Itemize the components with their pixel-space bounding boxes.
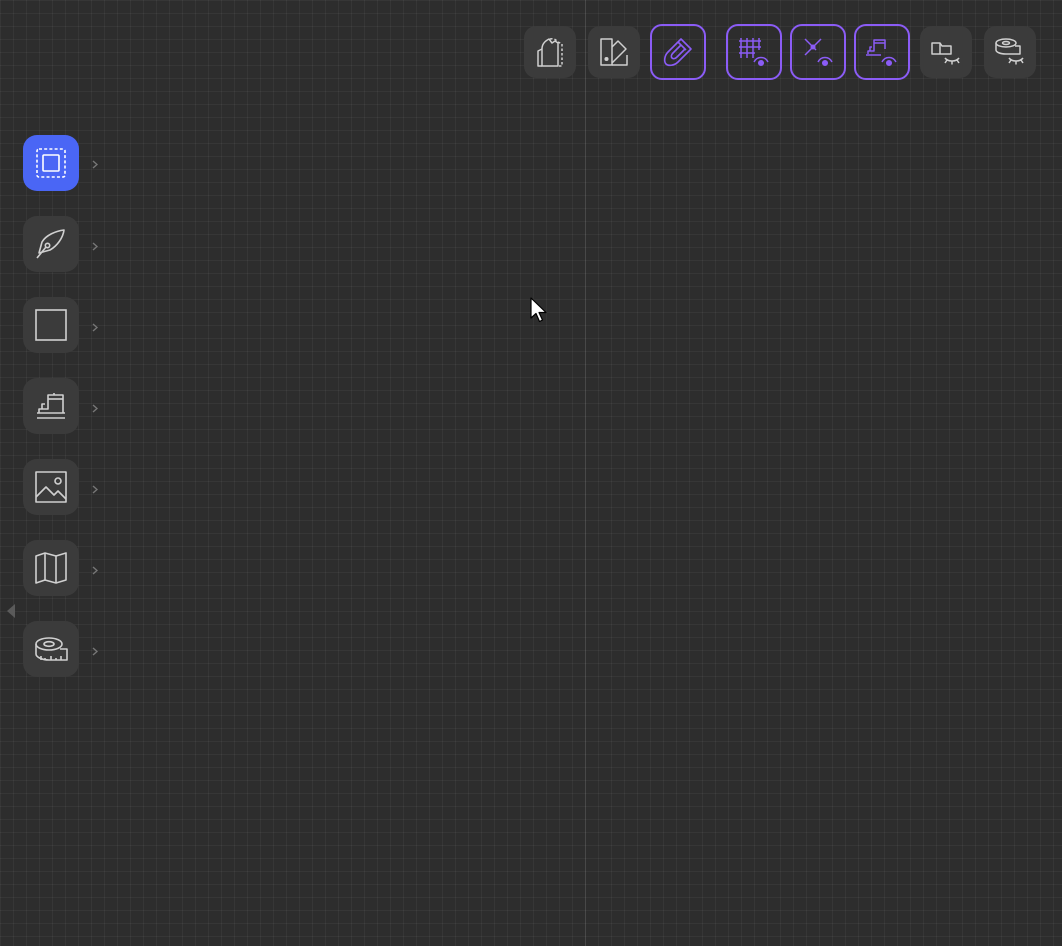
pattern-pieces-button[interactable] (524, 26, 576, 78)
map-tool-chevron-icon[interactable] (90, 564, 100, 576)
sewing-tool-chevron-icon[interactable] (90, 402, 100, 414)
dashed-selection-icon (36, 148, 66, 178)
rectangle-tool[interactable] (23, 297, 79, 353)
sewing-machine-icon (37, 393, 65, 419)
collapse-sidebar-handle[interactable] (4, 598, 18, 624)
measure-hidden-button[interactable] (984, 26, 1036, 78)
grid-eye-icon (739, 38, 769, 67)
seam-visibility-button[interactable] (854, 24, 910, 80)
square-icon (35, 309, 67, 341)
points-visibility-button[interactable] (790, 24, 846, 80)
image-tool[interactable] (23, 459, 79, 515)
pattern-pieces-icon (537, 38, 563, 67)
select-tool[interactable] (23, 135, 79, 191)
select-tool-chevron-icon[interactable] (90, 158, 100, 170)
pen-nib-icon (36, 229, 65, 259)
snap-magnet-button[interactable] (650, 24, 706, 80)
point-eye-icon (804, 38, 833, 67)
canvas-center-axis (585, 0, 586, 946)
labels-hidden-button[interactable] (920, 26, 972, 78)
swatch-icon (600, 38, 628, 66)
tape-closed-eye-icon (995, 38, 1024, 65)
pen-tool[interactable] (23, 216, 79, 272)
magnet-icon (663, 38, 692, 67)
pen-tool-chevron-icon[interactable] (90, 240, 100, 252)
map-tool[interactable] (23, 540, 79, 596)
sewing-eye-icon (866, 39, 897, 67)
mouse-pointer-icon (530, 297, 548, 327)
image-icon (35, 471, 67, 503)
measure-tool[interactable] (23, 621, 79, 677)
rectangle-tool-chevron-icon[interactable] (90, 321, 100, 333)
grid-visibility-button[interactable] (726, 24, 782, 80)
image-tool-chevron-icon[interactable] (90, 483, 100, 495)
label-closed-eye-icon (931, 42, 960, 65)
triangle-left-icon (7, 604, 15, 618)
tape-measure-icon (35, 637, 68, 661)
folded-map-icon (35, 552, 67, 584)
measure-tool-chevron-icon[interactable] (90, 645, 100, 657)
sewing-tool[interactable] (23, 378, 79, 434)
color-swatch-button[interactable] (588, 26, 640, 78)
